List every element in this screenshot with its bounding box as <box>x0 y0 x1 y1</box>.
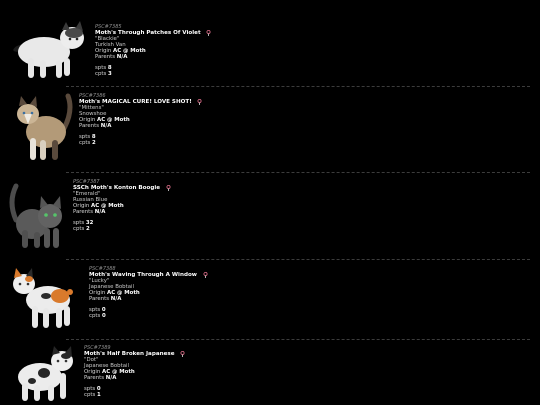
female-icon <box>180 351 185 358</box>
cat-name-link[interactable]: Moth's Half Broken Japanese <box>84 351 175 357</box>
cat-info: PSC#7389 Moth's Half Broken Japanese "Do… <box>84 345 185 398</box>
cat-info: PSC#7387 SSCh Moth's Konton Boogie "Emer… <box>73 179 171 232</box>
female-icon <box>203 272 208 279</box>
spts-value: 0 <box>96 385 101 392</box>
origin-value: AC @ Moth <box>91 203 124 210</box>
female-icon <box>206 30 211 37</box>
cpts-label: cpts <box>73 225 85 232</box>
spts-label: spts <box>89 306 101 313</box>
cat-info: PSC#7385 Moth's Through Patches Of Viole… <box>95 24 211 77</box>
cpts-value: 2 <box>86 225 90 232</box>
cat-info: PSC#7386 Moth's MAGICAL CURE! LOVE SHOT!… <box>79 93 202 146</box>
origin-label: Origin <box>73 203 90 210</box>
divider <box>66 259 530 260</box>
origin-value: AC @ Moth <box>113 48 146 55</box>
cpts-label: cpts <box>89 312 101 319</box>
parents-label: Parents <box>95 54 116 61</box>
cpts-value: 2 <box>92 139 96 146</box>
spts-label: spts <box>73 219 85 226</box>
spts-value: 8 <box>107 64 112 71</box>
spts-value: 8 <box>91 133 96 140</box>
spts-label: spts <box>84 385 96 392</box>
parents-label: Parents <box>79 123 100 130</box>
origin-label: Origin <box>89 290 106 297</box>
parents-value: N/A <box>100 123 112 130</box>
female-icon <box>197 99 202 106</box>
female-icon <box>166 185 171 192</box>
snowshoe-cat-image <box>17 93 73 160</box>
cat-name-link[interactable]: Moth's Through Patches Of Violet <box>95 30 201 36</box>
cpts-label: cpts <box>95 70 107 77</box>
cat-name-link[interactable]: Moth's MAGICAL CURE! LOVE SHOT! <box>79 99 192 105</box>
parents-value: N/A <box>116 54 128 61</box>
spts-value: 0 <box>101 306 106 313</box>
origin-value: AC @ Moth <box>102 369 135 376</box>
cpts-value: 3 <box>108 70 112 77</box>
spts-label: spts <box>95 64 107 71</box>
parents-value: N/A <box>94 209 106 216</box>
cpts-label: cpts <box>79 139 91 146</box>
cat-info: PSC#7388 Moth's Waving Through A Window … <box>89 266 208 319</box>
parents-label: Parents <box>84 375 105 382</box>
spts-label: spts <box>79 133 91 140</box>
divider <box>66 86 530 87</box>
calico-bobtail-cat-image <box>13 268 73 328</box>
cpts-value: 0 <box>102 312 106 319</box>
white-cat-image <box>13 21 84 78</box>
origin-value: AC @ Moth <box>97 117 130 124</box>
origin-value: AC @ Moth <box>107 290 140 297</box>
parents-value: N/A <box>105 375 117 382</box>
black-white-bobtail-cat-image <box>18 346 73 401</box>
cat-name-link[interactable]: Moth's Waving Through A Window <box>89 272 197 278</box>
cat-name-link[interactable]: SSCh Moth's Konton Boogie <box>73 185 160 191</box>
origin-label: Origin <box>84 369 101 376</box>
origin-label: Origin <box>79 117 96 124</box>
cpts-value: 1 <box>97 391 101 398</box>
parents-label: Parents <box>73 209 94 216</box>
parents-label: Parents <box>89 296 110 303</box>
parents-value: N/A <box>110 296 122 303</box>
russian-blue-cat-image <box>9 183 62 248</box>
divider <box>66 339 530 340</box>
origin-label: Origin <box>95 48 112 55</box>
spts-value: 32 <box>85 219 94 226</box>
cpts-label: cpts <box>84 391 96 398</box>
divider <box>66 172 530 173</box>
